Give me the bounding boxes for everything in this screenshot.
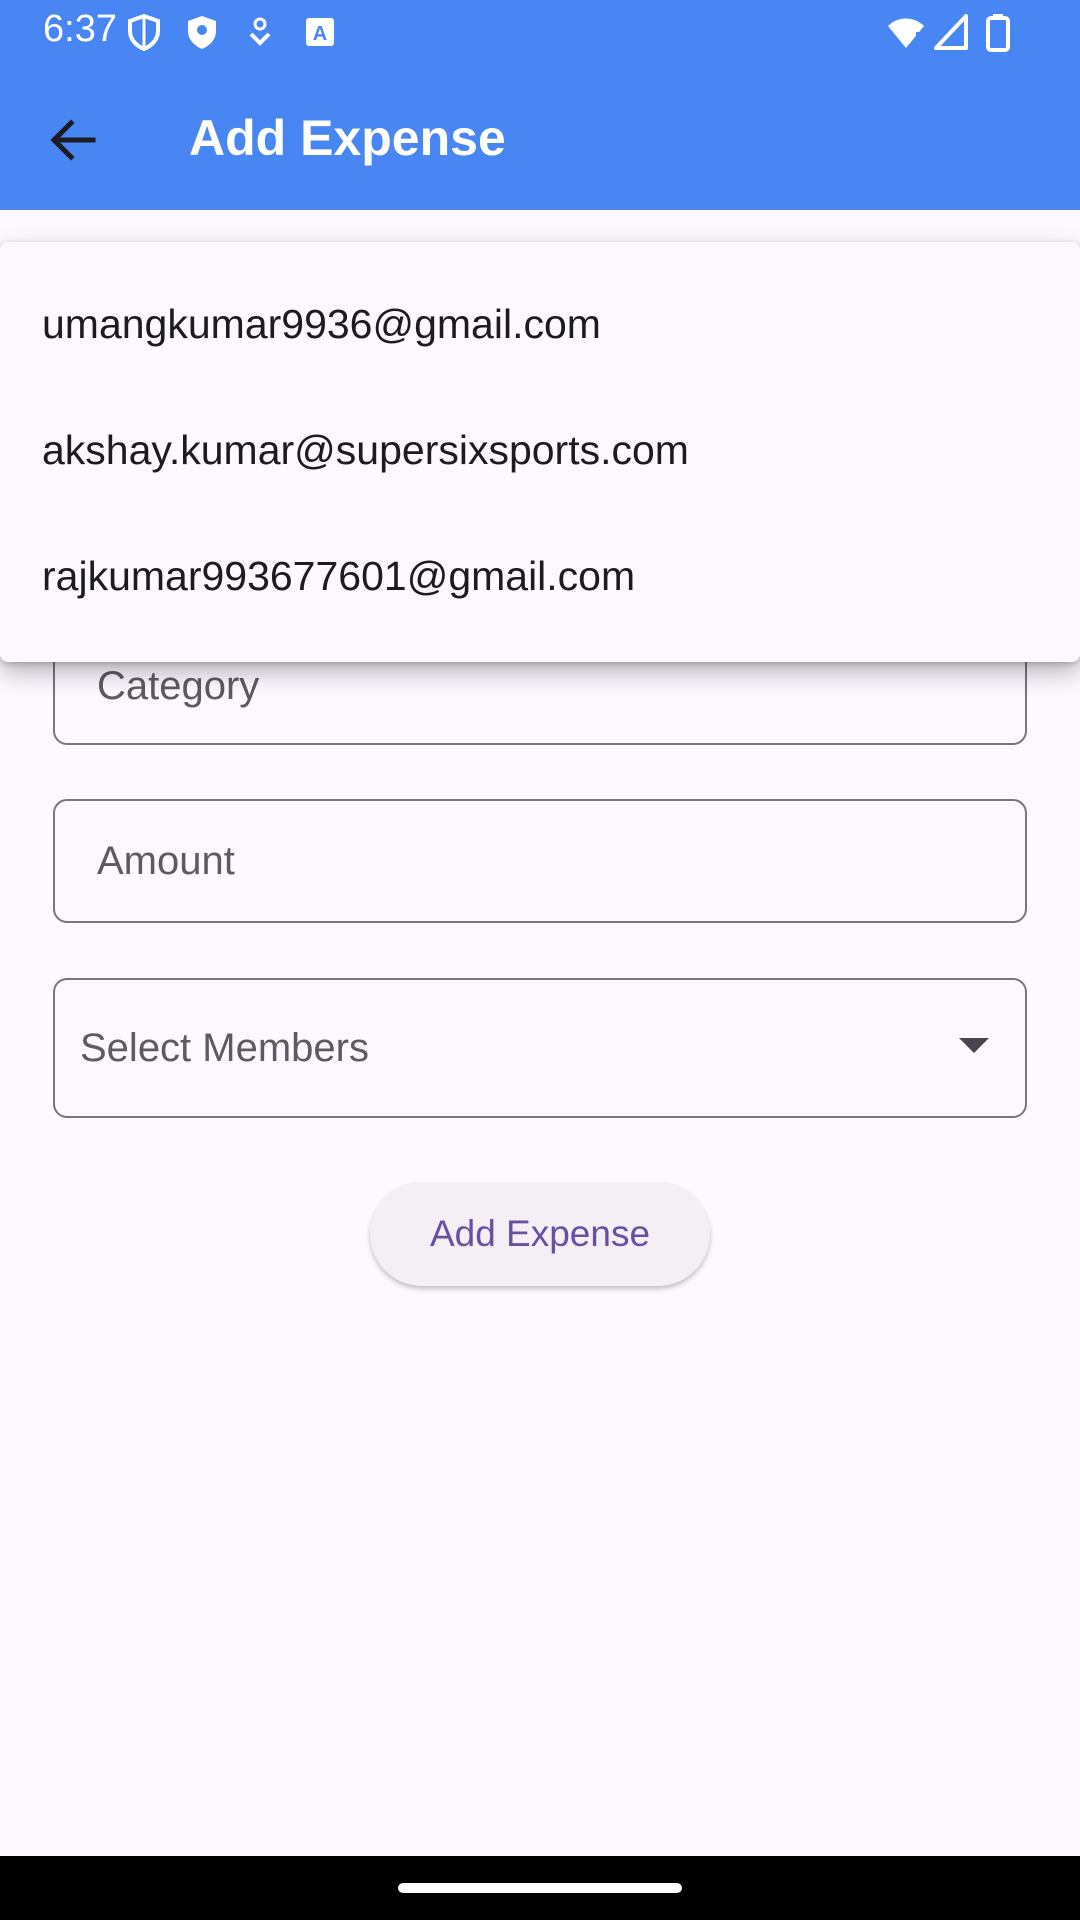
menu-item-member[interactable]: akshay.kumar@supersixsports.com <box>0 387 1080 513</box>
menu-item-member[interactable]: umangkumar9936@gmail.com <box>0 261 1080 387</box>
add-expense-button[interactable]: Add Expense <box>370 1182 710 1286</box>
page-title: Add Expense <box>189 110 506 166</box>
shield-outline-icon <box>124 12 164 52</box>
app-bar: Add Expense <box>0 63 1080 210</box>
menu-item-member[interactable]: rajkumar993677601@gmail.com <box>0 513 1080 639</box>
back-button[interactable] <box>38 105 108 175</box>
status-time: 6:37 <box>43 8 117 50</box>
members-dropdown-menu: umangkumar9936@gmail.com akshay.kumar@su… <box>0 242 1080 662</box>
download-icon <box>240 12 280 52</box>
keyboard-a-icon: A <box>300 12 340 52</box>
home-gesture-handle[interactable] <box>398 1883 682 1893</box>
svg-text:A: A <box>313 23 327 45</box>
select-members-label: Select Members <box>80 1026 369 1070</box>
amount-field[interactable]: Amount <box>53 799 1027 923</box>
dropdown-arrow-icon <box>959 1038 989 1053</box>
amount-label: Amount <box>97 839 235 883</box>
wifi-icon <box>886 12 926 52</box>
status-bar: 6:37 A <box>0 0 1080 63</box>
navigation-bar <box>0 1856 1080 1920</box>
signal-icon <box>932 12 972 52</box>
arrow-back-icon <box>50 119 96 161</box>
shield-filled-icon <box>182 12 222 52</box>
battery-icon <box>978 12 1018 52</box>
category-label: Category <box>97 664 260 708</box>
select-members-dropdown[interactable]: Select Members <box>53 978 1027 1118</box>
